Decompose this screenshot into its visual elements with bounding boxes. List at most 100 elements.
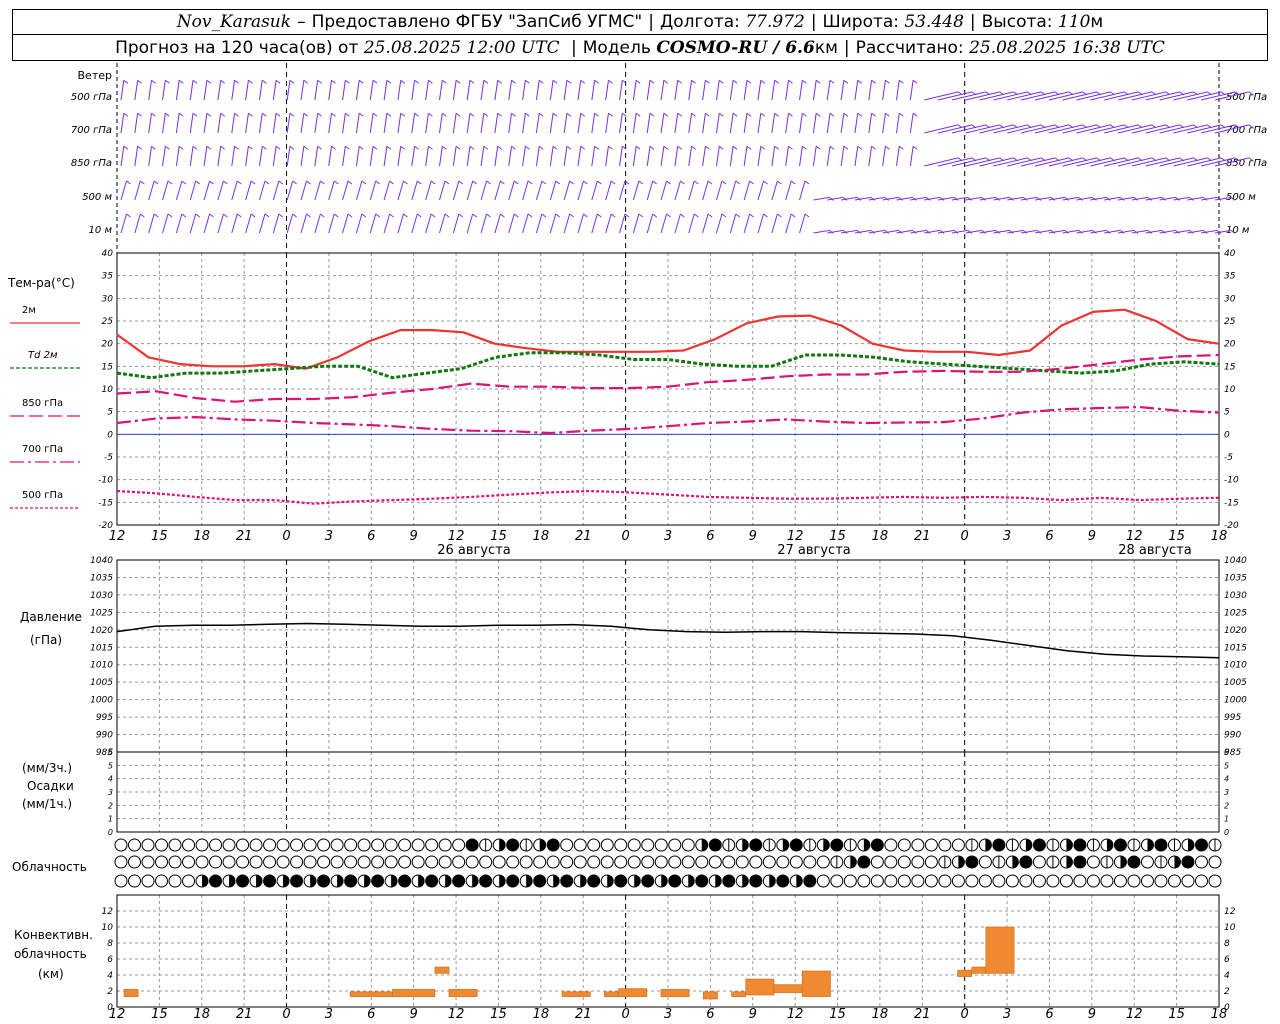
hour-tick-label-bottom: 21 [575,1007,592,1022]
conv-cloud-bar [604,991,619,997]
wind-barb-feather [608,145,613,150]
wind-barb [425,80,429,101]
wind-barb-feather [372,79,378,84]
cloud-cover-fill [1120,856,1127,868]
cloud-cover-symbol [114,874,128,888]
cloud-cover-symbol [425,838,439,852]
wind-level-label-right: 850 гПа [1226,158,1267,169]
cloud-cover-symbol [371,855,385,869]
cloud-cover-symbol [155,838,169,852]
cloud-cover-symbol [1019,874,1033,888]
wind-barb [729,80,734,101]
wind-barb [425,146,429,167]
hour-tick-label: 9 [1088,529,1096,544]
cloud-cover-symbol [411,855,425,869]
wind-barb-feather [345,79,350,84]
cloud-cover-symbol [155,855,169,869]
cloud-cover-symbol [398,855,412,869]
cloud-cover-fill [742,875,749,887]
cloud-cover-fill [310,875,317,887]
hour-tick-label: 6 [1045,529,1053,544]
conv-cloud-bar [703,991,718,1000]
cloud-cover-fill [641,875,654,887]
wind-level-label-left: 700 гПа [71,125,112,136]
wind-barb [660,180,668,201]
wind-barb-feather [583,213,588,218]
wind-barb [909,113,914,134]
conv-ytick-right: 6 [1224,955,1230,965]
wind-barb [258,113,263,134]
wind-barb [300,80,305,101]
conv-cloud-bar [618,988,648,997]
pressure-ytick-right: 1025 [1224,608,1247,618]
cloud-cover-symbol [911,874,925,888]
cloud-cover-symbol [209,838,223,852]
wind-barb-feather [829,145,835,150]
cloud-cover-fill [803,875,816,887]
wind-barb [466,113,471,134]
cloud-cover-symbol [600,838,614,852]
wind-barb [743,213,751,234]
wind-barb-feather [552,79,558,84]
temp-ytick-left: 40 [102,249,114,259]
cloud-cover-symbol [182,838,196,852]
wind-barb [383,113,388,134]
temp-legend-label: 500 гПа [22,490,63,501]
wind-barb-feather [649,112,655,117]
wind-barb [369,180,377,201]
wind-barb [217,180,224,201]
wind-barb-feather [777,180,782,185]
conv-cloud-bar [349,991,393,997]
temp-ytick-right: 40 [1224,249,1236,259]
wind-barb-feather [857,79,863,84]
conv-cloud-bar [985,926,1015,974]
wind-barb-feather [137,79,142,84]
wind-barb-feather [220,79,226,84]
wind-barb [189,146,194,167]
cloud-cover-symbol [722,855,736,869]
wind-barb [425,180,432,201]
wind-barb-feather [552,112,558,117]
conv-ytick-left: 10 [102,923,114,933]
wind-barb-feather [497,79,502,84]
pressure-ytick-right: 995 [1224,713,1241,723]
wind-barb-feather [444,213,450,218]
wind-barb [342,213,349,234]
cloud-cover-fill [317,875,330,887]
temp-ytick-right: 25 [1224,317,1236,327]
cloud-cover-fill [1012,856,1019,868]
wind-barb [162,80,166,101]
hour-tick-label-bottom: 18 [872,1007,889,1022]
wind-barb [785,213,792,234]
wind-barb-feather [400,112,406,117]
wind-barb [674,213,681,234]
cloud-cover-symbol [425,855,439,869]
wind-barb-feather [347,213,353,218]
wind-barb [217,146,222,167]
cloud-cover-symbol [1100,874,1114,888]
cloud-cover-fill [526,875,533,887]
cloud-cover-symbol [276,855,290,869]
wind-barb [411,113,416,134]
cloud-cover-fill [539,839,546,851]
cloud-cover-symbol [1194,874,1208,888]
cloud-cover-symbol [1005,874,1019,888]
wind-barb-feather [403,213,408,218]
wind-barb [300,180,307,201]
precip-ytick-left: 6 [108,748,113,757]
cloud-cover-fill [1033,839,1046,851]
wind-barb [868,80,873,101]
wind-barb [508,180,515,201]
wind-barb [909,146,914,167]
wind-barb [314,180,321,201]
wind-barb [203,180,211,201]
wind-level-label-left: 850 гПа [71,158,112,169]
wind-barb [162,113,166,134]
temp-legend-label: 700 гПа [22,444,63,455]
cloud-cover-symbol [992,874,1006,888]
wind-barb-feather [375,213,381,218]
wind-barb-feather [483,79,489,84]
wind-barb [535,113,540,134]
wind-barb-feather [386,145,392,150]
cloud-cover-symbol [897,874,911,888]
